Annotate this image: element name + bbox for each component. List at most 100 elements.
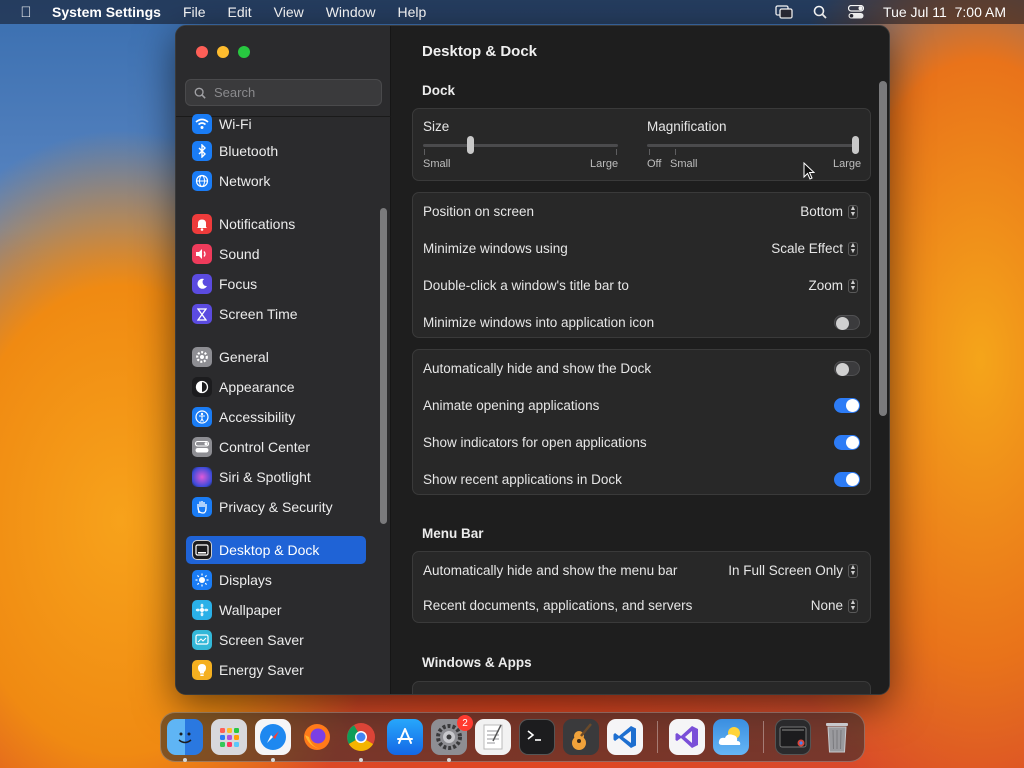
control-center-icon[interactable] xyxy=(847,5,865,19)
sidebar-item-desktop-dock[interactable]: Desktop & Dock xyxy=(186,536,366,564)
animate-opening-toggle[interactable] xyxy=(834,398,860,413)
position-on-screen-popup[interactable]: Bottom ▲ ▼ xyxy=(800,204,858,219)
magnification-tick xyxy=(649,149,650,155)
chevron-up-down-icon: ▲ ▼ xyxy=(848,204,858,219)
sidebar-item-label: Wi-Fi xyxy=(219,116,252,132)
sidebar-item-screen-time[interactable]: Screen Time xyxy=(186,300,366,328)
menu-window[interactable]: Window xyxy=(326,4,376,20)
sidebar-item-accessibility[interactable]: Accessibility xyxy=(186,403,366,431)
gear-icon xyxy=(192,347,212,367)
running-indicator xyxy=(447,758,451,762)
menu-app-name[interactable]: System Settings xyxy=(52,4,161,20)
sidebar-item-control-center[interactable]: Control Center xyxy=(186,433,366,461)
menu-edit[interactable]: Edit xyxy=(228,4,252,20)
finder-icon[interactable] xyxy=(167,719,203,755)
app-store-icon[interactable] xyxy=(387,719,423,755)
size-slider-knob[interactable] xyxy=(466,136,474,154)
sidebar-item-sound[interactable]: Sound xyxy=(186,240,366,268)
sidebar-item-screen-saver[interactable]: Screen Saver xyxy=(186,626,366,654)
sidebar-item-focus[interactable]: Focus xyxy=(186,270,366,298)
dock-separator xyxy=(763,721,764,753)
chrome-icon[interactable] xyxy=(343,719,379,755)
sidebar-item-label: Sound xyxy=(219,246,260,262)
recent-window-icon[interactable] xyxy=(775,719,811,755)
minimize-windows-using-row: Minimize windows using Scale Effect ▲ ▼ xyxy=(413,230,870,267)
sidebar-item-label: Displays xyxy=(219,572,272,588)
wifi-icon xyxy=(192,114,212,134)
search-input[interactable] xyxy=(214,85,364,100)
magnification-slider-knob[interactable] xyxy=(852,136,859,154)
zoom-window-button[interactable] xyxy=(238,46,250,58)
dock: 2 xyxy=(160,712,865,762)
desktop-icon xyxy=(192,540,212,560)
minimize-into-icon-toggle[interactable] xyxy=(834,315,860,330)
sidebar-item-bluetooth[interactable]: Bluetooth xyxy=(186,137,366,165)
close-window-button[interactable] xyxy=(196,46,208,58)
running-indicator xyxy=(359,758,363,762)
sidebar-item-label: Bluetooth xyxy=(219,143,279,159)
auto-hide-menu-bar-popup[interactable]: In Full Screen Only ▲ ▼ xyxy=(728,563,858,578)
appearance-icon xyxy=(192,377,212,397)
sidebar-item-appearance[interactable]: Appearance xyxy=(186,373,366,401)
size-tick xyxy=(616,149,617,155)
launchpad-icon[interactable] xyxy=(211,719,247,755)
auto-hide-dock-toggle[interactable] xyxy=(834,361,860,376)
minimize-effect-popup[interactable]: Scale Effect ▲ ▼ xyxy=(771,241,858,256)
sidebar-item-displays[interactable]: Displays xyxy=(186,566,366,594)
double-click-action-popup[interactable]: Zoom ▲ ▼ xyxy=(808,278,858,293)
terminal-icon[interactable] xyxy=(519,719,555,755)
sidebar-item-label: Energy Saver xyxy=(219,662,304,678)
show-indicators-row: Show indicators for open applications xyxy=(413,424,870,461)
sidebar-item-wallpaper[interactable]: Wallpaper xyxy=(186,596,366,624)
textedit-icon[interactable] xyxy=(475,719,511,755)
trash-icon[interactable] xyxy=(819,719,855,755)
menu-file[interactable]: File xyxy=(183,4,206,20)
menu-bar:  System Settings File Edit View Window … xyxy=(0,0,1024,24)
show-recent-apps-toggle[interactable] xyxy=(834,472,860,487)
menu-help[interactable]: Help xyxy=(398,4,427,20)
magnification-label: Magnification xyxy=(647,119,727,134)
auto-hide-dock-row: Automatically hide and show the Dock xyxy=(413,350,870,387)
globe-icon xyxy=(192,171,212,191)
sidebar-item-notifications[interactable]: Notifications xyxy=(186,210,366,238)
recent-documents-popup[interactable]: None ▲ ▼ xyxy=(811,598,858,613)
speaker-icon xyxy=(192,244,212,264)
sidebar-item-label: Focus xyxy=(219,276,258,292)
sidebar-item-label: Network xyxy=(219,173,271,189)
hourglass-icon xyxy=(192,304,212,324)
sidebar-scrollbar[interactable] xyxy=(380,208,387,524)
apple-menu-icon[interactable]:  xyxy=(0,4,52,21)
magnification-slider-track[interactable] xyxy=(647,144,859,147)
firefox-icon[interactable] xyxy=(299,719,335,755)
menu-view[interactable]: View xyxy=(274,4,304,20)
sidebar-item-energy-saver[interactable]: Energy Saver xyxy=(186,656,366,684)
sun-icon xyxy=(192,570,212,590)
sidebar-item-general[interactable]: General xyxy=(186,343,366,371)
running-indicator xyxy=(183,758,187,762)
sidebar-search[interactable] xyxy=(185,79,382,106)
sidebar-item-wifi[interactable]: Wi-Fi xyxy=(186,110,366,138)
size-slider-track[interactable] xyxy=(423,144,618,147)
garageband-icon[interactable] xyxy=(563,719,599,755)
show-indicators-toggle[interactable] xyxy=(834,435,860,450)
content-scrollbar[interactable] xyxy=(879,81,887,416)
minimize-window-button[interactable] xyxy=(217,46,229,58)
popup-value: Zoom xyxy=(808,278,843,293)
sidebar-item-label: Privacy & Security xyxy=(219,499,333,515)
moon-icon xyxy=(192,274,212,294)
sidebar-item-privacy-security[interactable]: Privacy & Security xyxy=(186,493,366,521)
sidebar-item-label: Screen Time xyxy=(219,306,298,322)
spotlight-search-icon[interactable] xyxy=(811,5,829,19)
row-label: Automatically hide and show the Dock xyxy=(423,361,652,376)
screen-mirroring-icon[interactable] xyxy=(775,5,793,19)
vscode-icon[interactable] xyxy=(607,719,643,755)
sidebar-item-network[interactable]: Network xyxy=(186,167,366,195)
toggle-knob xyxy=(846,436,859,449)
sidebar-item-siri-spotlight[interactable]: Siri & Spotlight xyxy=(186,463,366,491)
visual-studio-icon[interactable] xyxy=(669,719,705,755)
safari-icon[interactable] xyxy=(255,719,291,755)
system-settings-icon[interactable]: 2 xyxy=(431,715,473,755)
siri-icon xyxy=(192,467,212,487)
weather-icon[interactable] xyxy=(713,719,749,755)
menu-clock[interactable]: Tue Jul 11 7:00 AM xyxy=(883,4,1006,20)
